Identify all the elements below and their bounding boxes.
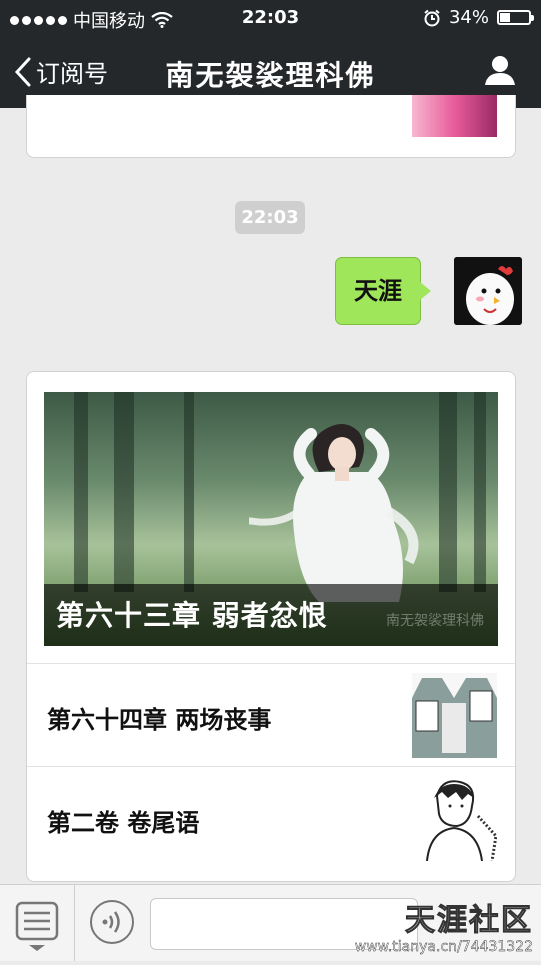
article-card[interactable]: 第六十三章 弱者忿恨 南无袈裟理科佛 第六十四章 两场丧事 第二卷 卷尾语 [26,371,516,882]
article-list-item[interactable]: 第二卷 卷尾语 [27,766,515,869]
previous-article-thumbnail [412,95,497,137]
sent-message-bubble[interactable]: 天涯 [335,257,431,325]
previous-article-card[interactable] [26,95,516,158]
tree-decoration [439,392,457,592]
page-title: 南无袈裟理科佛 [165,59,376,92]
cover-image [249,423,419,602]
profile-button[interactable] [483,54,517,90]
battery-icon [497,10,534,25]
menu-toggle-button[interactable] [0,885,75,961]
chicken-avatar-image [454,257,522,325]
watermark-url: www.tianya.cn/74431322 [354,939,534,955]
voice-button[interactable] [90,900,134,944]
voice-icon [102,911,120,933]
watermark-brand: 天涯社区 [404,903,533,939]
alarm-icon [424,9,440,26]
status-right: 34% [423,7,534,28]
sketch-thumbnail-image [412,776,498,862]
cover-article[interactable]: 第六十三章 弱者忿恨 南无袈裟理科佛 [44,392,498,646]
article-thumbnail [412,776,498,862]
article-title: 第六十四章 两场丧事 [47,706,272,734]
article-list-item[interactable]: 第六十四章 两场丧事 [27,663,515,766]
tree-decoration [74,392,88,592]
cover-watermark: 南无袈裟理科佛 [386,613,484,629]
bottom-input-bar: 天涯社区 www.tianya.cn/74431322 [0,884,541,961]
tshirt-thumbnail-image [412,673,497,758]
article-title: 第二卷 卷尾语 [47,809,200,837]
tree-decoration [184,392,194,592]
article-thumbnail [412,673,497,758]
tree-decoration [114,392,134,592]
status-bar: 中国移动 22:03 34% [0,0,541,36]
profile-icon [485,56,515,85]
tianya-watermark: 天涯社区 www.tianya.cn/74431322 [354,895,534,956]
menu-icon [15,901,59,951]
battery-percent: 34% [448,7,489,28]
message-timestamp: 22:03 [235,201,305,234]
avatar[interactable] [454,257,522,325]
cover-article-title: 第六十三章 弱者忿恨 [56,599,328,632]
tree-decoration [474,392,486,592]
